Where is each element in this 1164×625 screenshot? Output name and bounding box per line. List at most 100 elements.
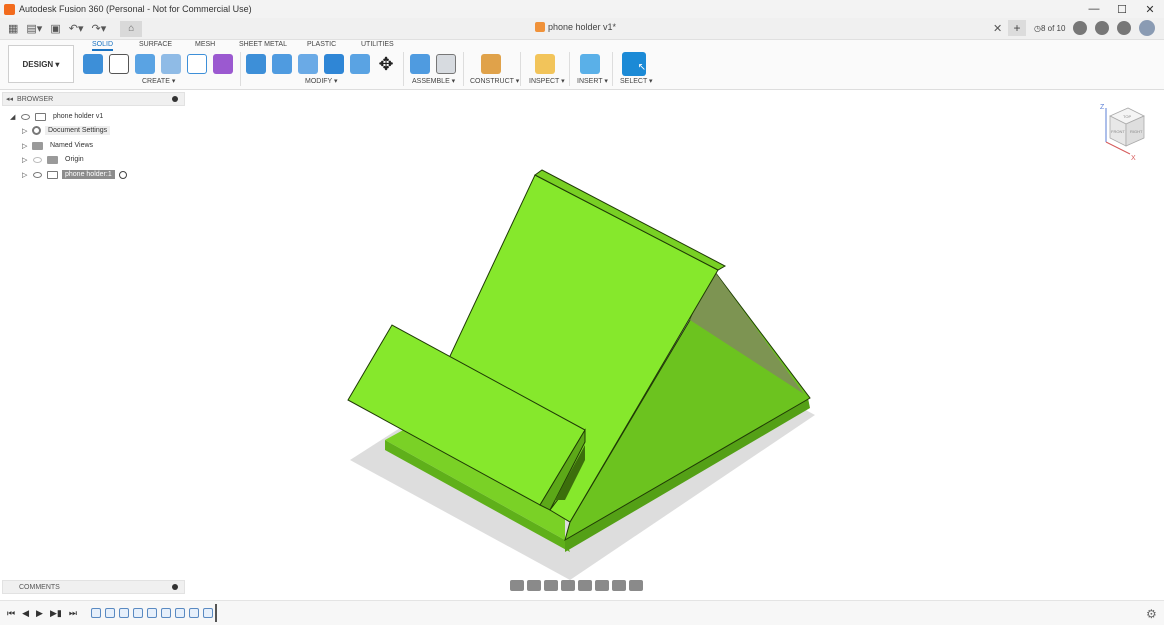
expand-triangle-icon[interactable]: ▷ [22,156,30,164]
timeline-step-sketch[interactable] [90,608,101,618]
collapse-panel-icon[interactable]: ◂◂ [6,95,13,103]
redo-icon[interactable]: ↷▾ [91,22,106,35]
expand-triangle-icon[interactable]: ▷ [22,171,30,179]
group-modify-label[interactable]: MODIFY ▾ [305,77,338,85]
chamfer-icon[interactable] [298,54,318,74]
group-inspect-label[interactable]: INSPECT ▾ [529,77,565,85]
combine-icon[interactable] [350,54,370,74]
workspace-switcher-button[interactable]: DESIGN ▾ [8,45,74,83]
extensions-icon[interactable] [1073,21,1088,35]
browser-item-named-views[interactable]: ▷ Named Views [22,139,96,152]
tab-surface[interactable]: SURFACE [139,41,172,48]
timeline-step-extrude[interactable] [146,608,157,618]
group-select-label[interactable]: SELECT ▾ [620,77,653,85]
browser-item-document-settings[interactable]: ▷ Document Settings [22,124,111,137]
document-tab[interactable]: phone holder v1* [535,22,616,32]
group-create-label[interactable]: CREATE ▾ [142,77,175,85]
new-component-assemble-icon[interactable] [410,54,430,74]
tab-utilities[interactable]: UTILITIES [361,41,394,48]
phone-holder-model[interactable] [340,160,830,580]
browser-item-origin[interactable]: ▷ Origin [22,153,87,166]
browser-item-phone-holder-component[interactable]: ▷ phone holder:1 [22,168,127,181]
browser-panel-header[interactable]: ◂◂ BROWSER [2,92,185,106]
expand-triangle-icon[interactable]: ▷ [22,142,30,150]
viewports-icon[interactable] [629,580,643,591]
visibility-eye-icon[interactable] [21,113,30,120]
grid-settings-icon[interactable] [612,580,626,591]
extrude-icon[interactable] [135,54,155,74]
fillet-icon[interactable] [272,54,292,74]
undo-icon[interactable]: ↶▾ [69,22,84,35]
right-quick-tools: + ◷ 8 of 10 [1008,20,1156,36]
zoom-window-icon[interactable] [578,580,592,591]
file-menu-icon[interactable]: ▤▾ [26,22,42,35]
timeline-settings-gear-icon[interactable]: ⚙ [1146,607,1157,621]
timeline-step-extrude[interactable] [132,608,143,618]
browser-root-node[interactable]: ◢ phone holder v1 [10,110,106,123]
form-icon[interactable] [213,54,233,74]
save-icon[interactable]: ▣ [50,22,60,35]
timeline-step-extrude[interactable] [118,608,129,618]
insert-image-icon[interactable] [580,54,600,74]
tab-sheet-metal[interactable]: SHEET METAL [239,41,287,48]
revolve-icon[interactable] [161,54,181,74]
avatar[interactable] [1139,20,1156,36]
job-status-text[interactable]: 8 of 10 [1041,24,1065,33]
create-sketch-icon[interactable] [109,54,129,74]
maximize-icon[interactable]: ☐ [1108,3,1136,16]
close-tab-icon[interactable]: ✕ [993,22,1002,35]
viewcube[interactable]: Z X TOP FRONT RIGHT [1100,102,1148,164]
timeline-step-fillet[interactable] [188,608,199,618]
display-settings-icon[interactable] [595,580,609,591]
browser-root-label: phone holder v1 [53,113,104,120]
pan-icon[interactable] [544,580,558,591]
close-window-icon[interactable]: ✕ [1136,3,1164,16]
joint-icon[interactable] [436,54,456,74]
select-tool-button[interactable]: ↖ [622,52,646,76]
group-construct-label[interactable]: CONSTRUCT ▾ [470,77,519,85]
minimize-icon[interactable]: — [1080,3,1108,15]
step-back-icon[interactable]: ◀ [22,608,29,619]
panel-pin-icon[interactable] [172,96,178,102]
orbit-icon[interactable] [510,580,524,591]
notifications-icon[interactable] [1095,21,1110,35]
step-forward-icon[interactable]: ▶▮ [50,608,62,619]
expand-triangle-icon[interactable]: ▷ [22,127,30,135]
measure-icon[interactable] [535,54,555,74]
shell-icon[interactable] [324,54,344,74]
timeline-step-extrude[interactable] [104,608,115,618]
viewcube-face-front[interactable]: FRONT [1111,129,1125,134]
activate-component-icon[interactable] [118,170,127,179]
visibility-eye-icon[interactable] [33,156,42,163]
look-at-icon[interactable] [527,580,541,591]
timeline-step-extrude[interactable] [160,608,171,618]
comments-panel-header[interactable]: COMMENTS [2,580,185,594]
press-pull-icon[interactable] [246,54,266,74]
comments-add-icon[interactable] [172,584,178,590]
zoom-icon[interactable] [561,580,575,591]
tab-mesh[interactable]: MESH [195,41,215,48]
apps-grid-icon[interactable]: ▦ [8,22,18,35]
viewcube-face-right[interactable]: RIGHT [1130,129,1143,134]
home-icon[interactable]: ⌂ [120,20,143,37]
viewcube-face-top[interactable]: TOP [1123,114,1131,119]
go-to-end-icon[interactable]: ⏭ [69,608,77,619]
visibility-eye-icon[interactable] [33,171,42,178]
expanded-triangle-icon[interactable]: ◢ [10,113,18,121]
new-component-icon[interactable] [83,54,103,74]
help-icon[interactable] [1117,21,1132,35]
timeline-marker[interactable] [214,604,217,622]
move-icon[interactable]: ✥ [376,54,396,74]
play-icon[interactable]: ▶ [36,608,43,619]
offset-plane-icon[interactable] [481,54,501,74]
sweep-icon[interactable] [187,54,207,74]
timeline-step-fillet[interactable] [174,608,185,618]
new-tab-icon[interactable]: + [1008,20,1026,36]
tab-solid[interactable]: SOLID [92,41,114,51]
timeline-step-fillet[interactable] [202,608,213,618]
tab-plastic[interactable]: PLASTIC [307,41,336,48]
job-status-icon[interactable]: ◷ [1034,24,1041,33]
go-to-start-icon[interactable]: ⏮ [7,608,15,619]
group-assemble-label[interactable]: ASSEMBLE ▾ [412,77,455,85]
group-insert-label[interactable]: INSERT ▾ [577,77,608,85]
